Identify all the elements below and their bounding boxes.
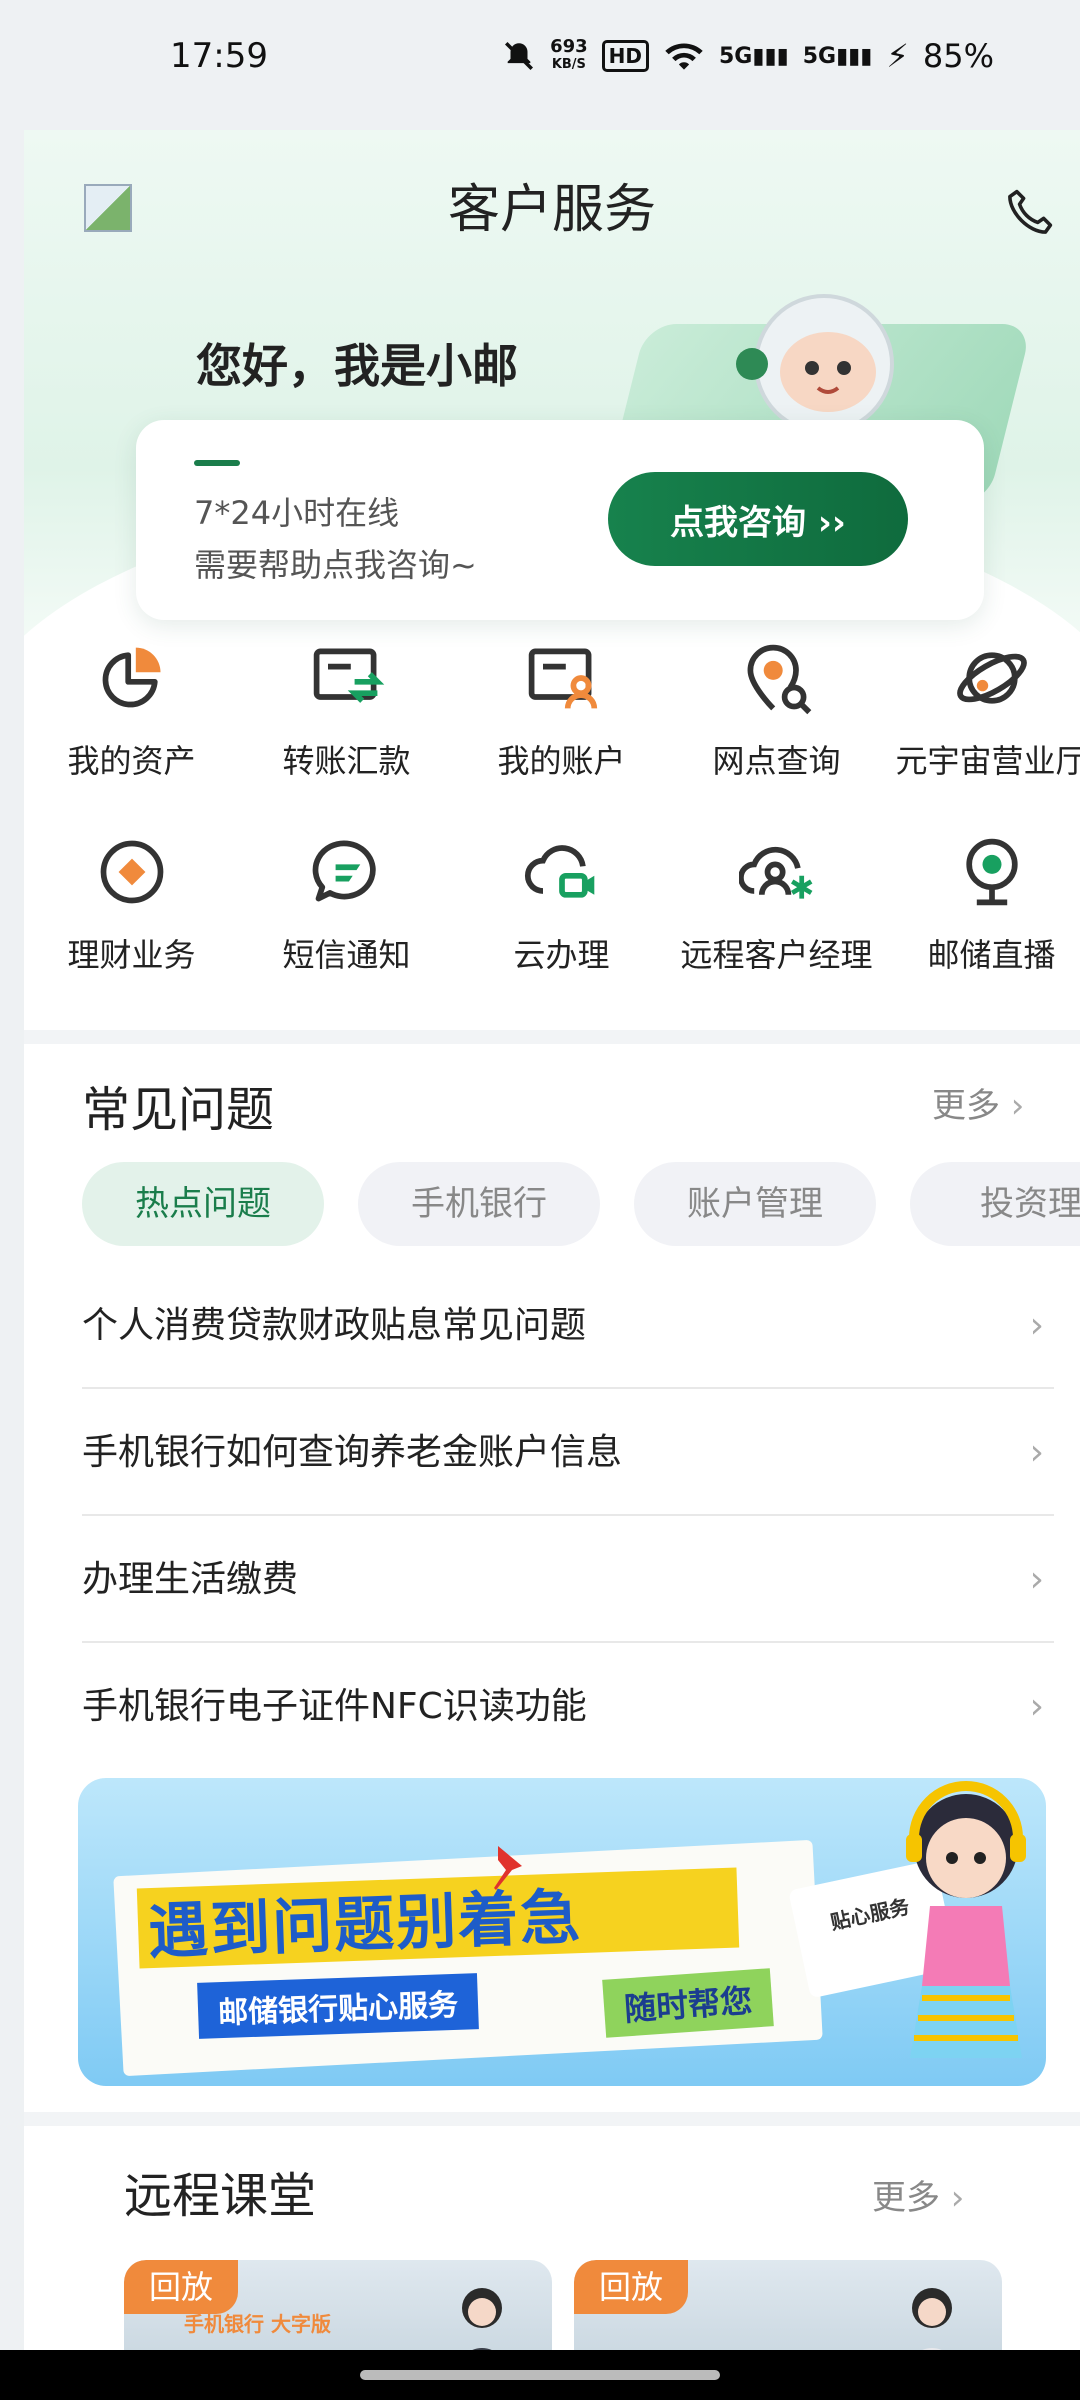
section-divider-2: [24, 2112, 1080, 2126]
status-time: 17:59: [170, 36, 268, 76]
faq-item[interactable]: 办理生活缴费 ›: [82, 1516, 1054, 1643]
signal-5g-icon-2: 5G▮▮▮: [802, 43, 873, 69]
faq-item[interactable]: 个人消费贷款财政贴息常见问题 ›: [82, 1262, 1054, 1389]
consult-help-text: 需要帮助点我咨询~: [194, 546, 477, 584]
hd-icon: HD: [601, 40, 649, 72]
service-sms[interactable]: 短信通知: [239, 834, 454, 994]
signal-5g-icon: 5G▮▮▮: [719, 43, 789, 69]
chevron-right-icon: ›: [1029, 1686, 1044, 1727]
faq-tabs: 热点问题 手机银行 账户管理 投资理: [82, 1162, 1080, 1246]
tab-hot-questions[interactable]: 热点问题: [82, 1162, 324, 1246]
faq-title: 常见问题: [82, 1082, 275, 1138]
finance-icon: [100, 840, 164, 904]
service-metaverse-hall[interactable]: 元宇宙营业厅: [884, 640, 1080, 800]
faq-item[interactable]: 手机银行如何查询养老金账户信息 ›: [82, 1389, 1054, 1516]
replay-badge: 回放: [124, 2260, 238, 2314]
sms-icon: [312, 840, 376, 902]
home-gesture-handle[interactable]: [360, 2370, 720, 2380]
customer-service-page: 客户服务 您好，我是小邮 7*24小时在线 需要帮助点我咨询~ 点我咨询 ›› …: [24, 130, 1080, 2350]
banner-headline: 遇到问题别着急: [147, 1882, 584, 1968]
course-thumb-title: 手机银行 大字版: [184, 2312, 331, 2336]
course-more-link[interactable]: 更多 ›: [872, 2170, 964, 2219]
service-my-account[interactable]: 我的账户: [454, 640, 669, 800]
service-banner[interactable]: 遇到问题别着急 邮储银行贴心服务 随时帮您 贴心服务: [78, 1778, 1046, 2086]
replay-badge: 回放: [574, 2260, 688, 2314]
presenter-avatar-icon: [462, 2288, 502, 2350]
course-card[interactable]: 回放 手机银行 大字版: [124, 2260, 552, 2350]
service-branch-search[interactable]: 网点查询: [669, 640, 884, 800]
page-title: 客户服务: [447, 180, 656, 240]
tab-investment[interactable]: 投资理: [910, 1162, 1080, 1246]
service-grid: 我的资产 转账汇款 我的账户 网点查询 元宇宙营业厅 理财业务 短信通知 云办理…: [24, 640, 1080, 994]
transfer-icon: [313, 648, 385, 703]
consult-button[interactable]: 点我咨询 ››: [608, 472, 908, 566]
service-transfer[interactable]: 转账汇款: [239, 640, 454, 800]
header: 客户服务: [24, 170, 1080, 250]
chevron-right-icon: ›: [1029, 1432, 1044, 1473]
greeting: 您好，我是小邮: [196, 339, 518, 393]
banner-tagline: 随时帮您: [602, 1968, 774, 2038]
pie-chart-icon: [102, 647, 161, 708]
faq-more-link[interactable]: 更多 ›: [932, 1078, 1024, 1127]
faq-list: 个人消费贷款财政贴息常见问题 › 手机银行如何查询养老金账户信息 › 办理生活缴…: [82, 1262, 1054, 1770]
service-live[interactable]: 邮储直播: [884, 834, 1080, 994]
consult-online-text: 7*24小时在线: [194, 494, 400, 532]
charging-icon: ⚡: [886, 37, 909, 75]
service-my-assets[interactable]: 我的资产: [24, 640, 239, 800]
faq-item[interactable]: 手机银行电子证件NFC识读功能 ›: [82, 1643, 1054, 1770]
wifi-icon: [665, 43, 703, 70]
cartoon-girl-icon: [906, 1781, 1026, 2058]
battery-level: 85%: [922, 37, 994, 75]
banner-subtitle: 邮储银行贴心服务: [197, 1973, 479, 2039]
chevron-right-icon: ›: [1029, 1559, 1044, 1600]
status-bar: 17:59 693 KB/S HD 5G▮▮▮ 5G▮▮▮ ⚡ 85%: [0, 0, 1080, 112]
consult-card: 7*24小时在线 需要帮助点我咨询~ 点我咨询 ››: [136, 420, 984, 620]
presenter-avatar-icon: [912, 2288, 952, 2350]
consult-accent-bar: [194, 460, 240, 466]
tab-mobile-banking[interactable]: 手机银行: [358, 1162, 600, 1246]
tab-account-management[interactable]: 账户管理: [634, 1162, 876, 1246]
mute-bell-icon: [505, 41, 534, 71]
planet-icon: [957, 652, 1027, 704]
chevron-right-icon: ›: [940, 2178, 965, 2218]
service-remote-manager[interactable]: 远程客户经理: [669, 834, 884, 994]
live-camera-icon: [966, 838, 1018, 906]
service-wealth[interactable]: 理财业务: [24, 834, 239, 994]
chevron-right-icon: ›: [1029, 1305, 1044, 1346]
course-section-title: 远程课堂: [124, 2168, 317, 2224]
status-icons: 693 KB/S HD 5G▮▮▮ 5G▮▮▮ ⚡ 85%: [502, 37, 994, 75]
course-card[interactable]: 回放: [574, 2260, 1002, 2350]
net-speed: 693 KB/S: [550, 36, 588, 73]
system-nav-bar: [0, 2350, 1080, 2400]
cloud-video-icon: [525, 845, 595, 898]
account-card-icon: [528, 648, 598, 709]
location-search-icon: [747, 644, 812, 715]
remote-manager-icon: [739, 846, 813, 899]
service-cloud[interactable]: 云办理: [454, 834, 669, 994]
phone-icon[interactable]: [1002, 186, 1056, 240]
section-divider: [24, 1030, 1080, 1044]
chevron-right-icon: ›: [1000, 1086, 1025, 1126]
